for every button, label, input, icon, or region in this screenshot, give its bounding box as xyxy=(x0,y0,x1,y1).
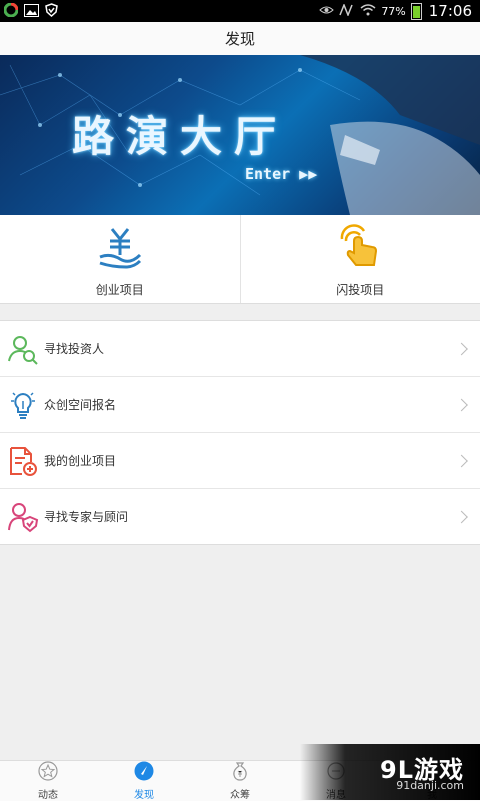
menu-label-my-projects: 我的创业项目 xyxy=(44,452,116,469)
shield-icon xyxy=(45,2,58,21)
menu-label-find-investor: 寻找投资人 xyxy=(44,340,104,357)
menu-find-experts[interactable]: 寻找专家与顾问 xyxy=(0,488,480,544)
site-watermark: 9L游戏 91danji.com xyxy=(300,744,480,800)
tab-discover[interactable]: 发现 xyxy=(96,761,192,801)
title-bar: 发现 xyxy=(0,22,480,56)
menu-label-maker-space: 众创空间报名 xyxy=(44,396,116,413)
chevron-right-icon xyxy=(455,342,468,355)
eye-icon xyxy=(319,5,334,18)
clock: 17:06 xyxy=(429,2,472,20)
document-add-icon xyxy=(6,444,40,478)
quick-actions: 创业项目 闪投项目 xyxy=(0,215,480,304)
menu-label-find-experts: 寻找专家与顾问 xyxy=(44,508,128,525)
money-hand-icon xyxy=(96,223,144,275)
tab-crowdfunding[interactable]: 众筹 xyxy=(192,761,288,801)
chevron-right-icon xyxy=(455,454,468,467)
tab-label-discover: 发现 xyxy=(134,786,154,801)
menu-find-investor[interactable]: 寻找投资人 xyxy=(0,321,480,376)
watermark-domain: 91danji.com xyxy=(396,779,464,792)
tab-label-crowdfunding: 众筹 xyxy=(230,786,250,801)
lightbulb-icon xyxy=(6,388,40,422)
app-notification-icon xyxy=(4,2,18,21)
status-bar: 77% 17:06 xyxy=(0,0,480,22)
expert-shield-icon xyxy=(6,500,40,534)
quick-startup-projects[interactable]: 创业项目 xyxy=(0,215,240,303)
tab-label-feed: 动态 xyxy=(38,786,58,801)
chevron-right-icon xyxy=(455,510,468,523)
signal-mute-icon xyxy=(339,4,355,19)
star-icon xyxy=(38,761,58,785)
menu-maker-space-signup[interactable]: 众创空间报名 xyxy=(0,376,480,432)
quick-label-flash: 闪投项目 xyxy=(336,281,384,298)
quick-label-startup: 创业项目 xyxy=(96,281,144,298)
battery-percent: 77% xyxy=(381,5,405,18)
menu-my-projects[interactable]: 我的创业项目 xyxy=(0,432,480,488)
money-bag-icon xyxy=(230,761,250,785)
quick-flash-invest[interactable]: 闪投项目 xyxy=(240,215,480,303)
image-icon xyxy=(24,2,39,21)
chevron-right-icon xyxy=(455,398,468,411)
roadshow-banner[interactable]: 路演大厅 Enter ▶▶ xyxy=(0,55,480,215)
battery-icon xyxy=(411,3,422,20)
search-person-icon xyxy=(6,332,40,366)
tap-hand-icon xyxy=(336,223,384,275)
enter-button[interactable]: Enter ▶▶ xyxy=(245,165,317,183)
banner-title: 路演大厅 xyxy=(72,103,288,164)
compass-icon xyxy=(134,761,154,785)
wifi-icon xyxy=(360,4,376,19)
tab-feed[interactable]: 动态 xyxy=(0,761,96,801)
discover-menu: 寻找投资人 众创空间报名 我的创业项目 xyxy=(0,320,480,545)
page-title: 发现 xyxy=(225,28,255,49)
